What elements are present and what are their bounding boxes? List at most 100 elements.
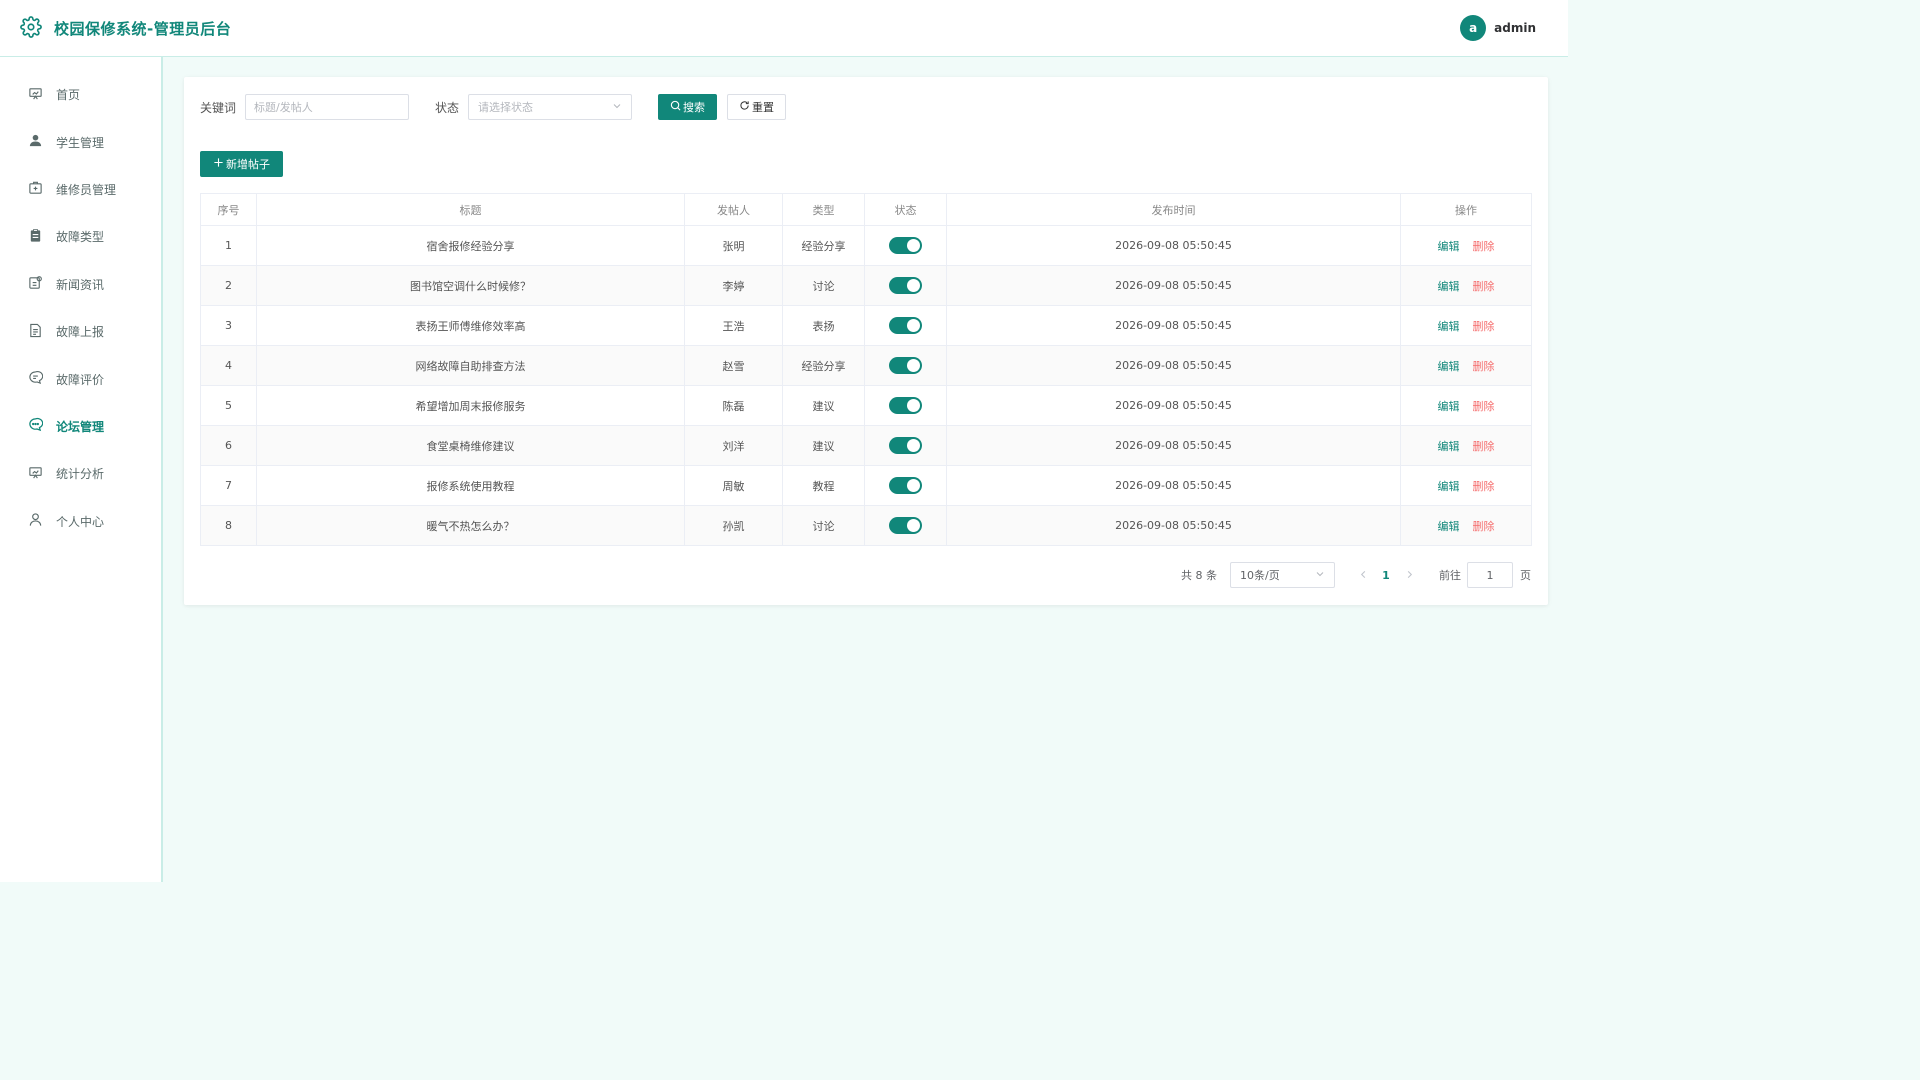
- avatar[interactable]: a: [1460, 15, 1487, 41]
- keyword-input[interactable]: [245, 94, 410, 120]
- posts-table: 序号 标题 发帖人 类型 状态 发布时间 操作 1 宿舍报修经验分享 张明 经验…: [200, 193, 1532, 546]
- cell-actions: 编辑 删除: [1400, 465, 1532, 506]
- status-toggle[interactable]: [889, 517, 922, 534]
- add-post-button[interactable]: 新增帖子: [200, 151, 283, 177]
- delete-link[interactable]: 删除: [1473, 280, 1495, 293]
- cell-actions: 编辑 删除: [1400, 385, 1532, 426]
- status-toggle[interactable]: [889, 237, 922, 254]
- sidebar-item-label: 统计分析: [56, 467, 105, 482]
- user-menu[interactable]: a admin: [1460, 15, 1536, 41]
- report-icon: [28, 323, 43, 341]
- cell-author: 孙凯: [684, 505, 783, 546]
- prev-page-button[interactable]: [1355, 569, 1371, 582]
- next-page-button[interactable]: [1401, 569, 1417, 582]
- status-select[interactable]: 请选择状态: [468, 94, 633, 120]
- sidebar-item-label: 首页: [56, 88, 81, 103]
- cell-title: 希望增加周末报修服务: [256, 385, 685, 426]
- sidebar-item-statistics[interactable]: 统计分析: [0, 450, 161, 497]
- status-toggle[interactable]: [889, 277, 922, 294]
- delete-link[interactable]: 删除: [1473, 240, 1495, 253]
- cell-title: 食堂桌椅维修建议: [256, 425, 685, 466]
- table-row: 7 报修系统使用教程 周敏 教程 2026-09-08 05:50:45 编辑删…: [200, 465, 1532, 506]
- edit-link[interactable]: 编辑: [1438, 360, 1460, 373]
- cell-time: 2026-09-08 05:50:45: [946, 345, 1401, 386]
- edit-link[interactable]: 编辑: [1438, 280, 1460, 293]
- chat-icon: [28, 417, 44, 435]
- status-toggle[interactable]: [889, 317, 922, 334]
- edit-link[interactable]: 编辑: [1438, 440, 1460, 453]
- table-header-row: 序号 标题 发帖人 类型 状态 发布时间 操作: [200, 193, 1532, 226]
- cell-status: [864, 345, 947, 386]
- cell-status: [864, 505, 947, 546]
- add-post-button-label: 新增帖子: [226, 158, 270, 171]
- status-toggle[interactable]: [889, 357, 922, 374]
- edit-link[interactable]: 编辑: [1438, 400, 1460, 413]
- sidebar-item-fault-review[interactable]: 故障评价: [0, 355, 161, 402]
- cell-time: 2026-09-08 05:50:45: [946, 465, 1401, 506]
- refresh-icon: [739, 100, 750, 114]
- cell-status: [864, 385, 947, 426]
- cell-no: 5: [200, 385, 257, 426]
- sidebar-item-label: 论坛管理: [56, 419, 105, 434]
- username[interactable]: admin: [1494, 21, 1536, 35]
- home-icon: [28, 86, 43, 104]
- cell-status: [864, 265, 947, 306]
- cell-actions: 编辑 删除: [1400, 305, 1532, 346]
- delete-link[interactable]: 删除: [1473, 480, 1495, 493]
- status-label: 状态: [435, 100, 460, 115]
- sidebar-item-label: 个人中心: [56, 514, 105, 529]
- page-number-current[interactable]: 1: [1373, 569, 1399, 582]
- column-header-time: 发布时间: [946, 193, 1401, 226]
- sidebar-item-fault-report[interactable]: 故障上报: [0, 308, 161, 355]
- cell-time: 2026-09-08 05:50:45: [946, 265, 1401, 306]
- sidebar-item-profile[interactable]: 个人中心: [0, 498, 161, 545]
- page-size-select[interactable]: 10条/页: [1230, 562, 1335, 588]
- cell-title: 网络故障自助排查方法: [256, 345, 685, 386]
- cell-title: 宿舍报修经验分享: [256, 225, 685, 266]
- cell-type: 表扬: [782, 305, 865, 346]
- sidebar-item-students[interactable]: 学生管理: [0, 118, 161, 165]
- clipboard-icon: [28, 228, 43, 246]
- goto-page-input[interactable]: [1467, 562, 1513, 588]
- delete-link[interactable]: 删除: [1473, 360, 1495, 373]
- search-button[interactable]: 搜索: [658, 94, 718, 120]
- status-toggle[interactable]: [889, 437, 922, 454]
- sidebar-item-home[interactable]: 首页: [0, 71, 161, 118]
- reset-button[interactable]: 重置: [727, 94, 787, 120]
- user-icon: [28, 133, 43, 151]
- delete-link[interactable]: 删除: [1473, 400, 1495, 413]
- sidebar-item-fault-types[interactable]: 故障类型: [0, 213, 161, 260]
- sidebar-item-news[interactable]: 新闻资讯: [0, 261, 161, 308]
- delete-link[interactable]: 删除: [1473, 440, 1495, 453]
- column-header-status: 状态: [864, 193, 947, 226]
- cell-author: 陈磊: [684, 385, 783, 426]
- cell-no: 3: [200, 305, 257, 346]
- sidebar-item-repairmen[interactable]: 维修员管理: [0, 166, 161, 213]
- column-header-actions: 操作: [1400, 193, 1532, 226]
- cell-actions: 编辑 删除: [1400, 425, 1532, 466]
- table-row: 4 网络故障自助排查方法 赵雪 经验分享 2026-09-08 05:50:45…: [200, 345, 1532, 386]
- edit-link[interactable]: 编辑: [1438, 240, 1460, 253]
- cell-time: 2026-09-08 05:50:45: [946, 225, 1401, 266]
- chevron-down-icon: [612, 101, 622, 114]
- sidebar: 首页 学生管理 维修员管理 故障类型 新闻资讯 故障上报 故障评价 论坛管理 统…: [0, 57, 163, 882]
- sidebar-item-label: 维修员管理: [56, 182, 117, 197]
- status-toggle[interactable]: [889, 477, 922, 494]
- edit-link[interactable]: 编辑: [1438, 480, 1460, 493]
- cell-time: 2026-09-08 05:50:45: [946, 425, 1401, 466]
- toolbox-icon: [28, 180, 43, 198]
- comment-icon: [28, 370, 44, 388]
- delete-link[interactable]: 删除: [1473, 520, 1495, 533]
- status-toggle[interactable]: [889, 397, 922, 414]
- sidebar-item-forum[interactable]: 论坛管理: [0, 403, 161, 450]
- cell-no: 7: [200, 465, 257, 506]
- edit-link[interactable]: 编辑: [1438, 320, 1460, 333]
- cell-time: 2026-09-08 05:50:45: [946, 505, 1401, 546]
- page-suffix: 页: [1520, 569, 1531, 582]
- delete-link[interactable]: 删除: [1473, 320, 1495, 333]
- cell-type: 建议: [782, 385, 865, 426]
- cell-title: 图书馆空调什么时候修？: [256, 265, 685, 306]
- edit-link[interactable]: 编辑: [1438, 520, 1460, 533]
- brand: 校园保修系统-管理员后台: [20, 15, 231, 41]
- cell-status: [864, 305, 947, 346]
